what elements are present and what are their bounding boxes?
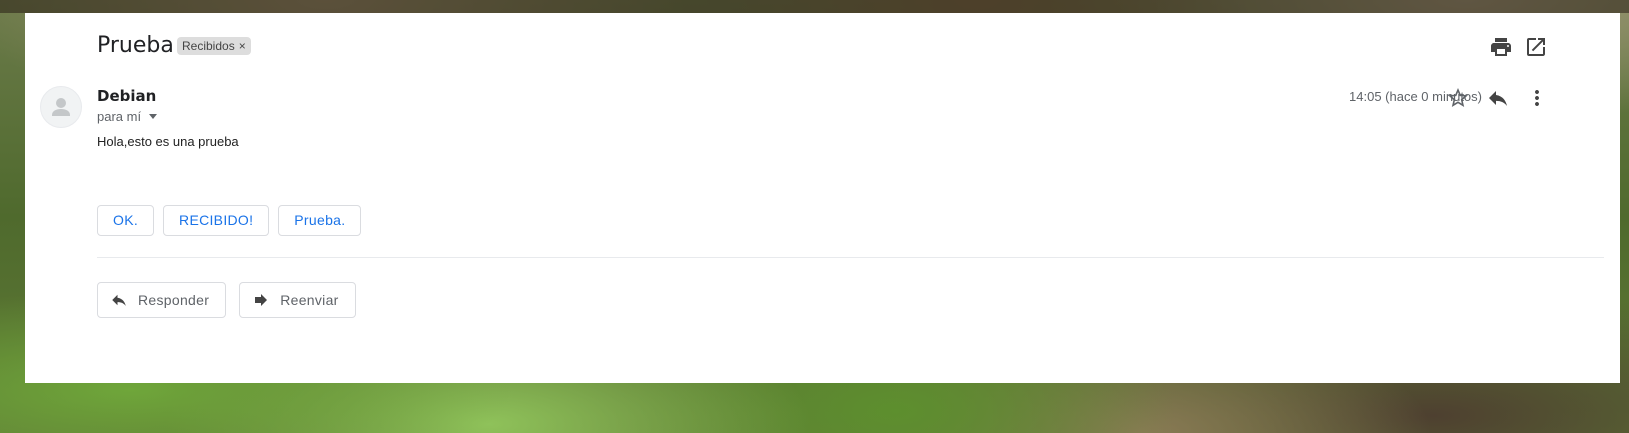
smart-reply-button[interactable]: Prueba. — [278, 205, 362, 236]
reply-actions: Responder Reenviar — [97, 282, 356, 318]
label-chip-inbox[interactable]: Recibidos × — [177, 37, 251, 55]
email-subject: Prueba — [97, 33, 174, 58]
star-icon[interactable] — [1446, 86, 1470, 110]
open-in-new-window-icon[interactable] — [1524, 35, 1548, 59]
smart-reply-button[interactable]: RECIBIDO! — [163, 205, 270, 236]
more-vert-icon[interactable] — [1525, 86, 1549, 110]
person-icon — [52, 98, 70, 116]
sender-name[interactable]: Debian — [97, 87, 156, 105]
sender-avatar[interactable] — [40, 86, 82, 128]
forward-button-label: Reenviar — [280, 292, 339, 308]
label-chip-text: Recibidos — [182, 39, 235, 53]
reply-icon[interactable] — [1486, 86, 1510, 110]
background-wallpaper — [0, 0, 1629, 13]
recipient-details-toggle[interactable]: para mí — [97, 109, 158, 124]
forward-icon — [255, 294, 268, 306]
recipient-label: para mí — [97, 109, 142, 124]
reply-button-label: Responder — [138, 292, 210, 308]
remove-label-icon[interactable]: × — [239, 37, 246, 55]
email-body: Hola,esto es una prueba — [97, 134, 239, 149]
smart-reply-button[interactable]: OK. — [97, 205, 155, 236]
email-view-panel: Prueba Recibidos × Debian para mí 14:05 … — [25, 13, 1620, 383]
chevron-down-icon — [149, 114, 158, 119]
reply-icon — [112, 294, 126, 306]
forward-button[interactable]: Reenviar — [239, 282, 356, 318]
print-icon[interactable] — [1489, 35, 1513, 59]
reply-button[interactable]: Responder — [97, 282, 227, 318]
smart-reply-group: OK. RECIBIDO! Prueba. — [97, 205, 362, 236]
divider — [97, 257, 1604, 258]
